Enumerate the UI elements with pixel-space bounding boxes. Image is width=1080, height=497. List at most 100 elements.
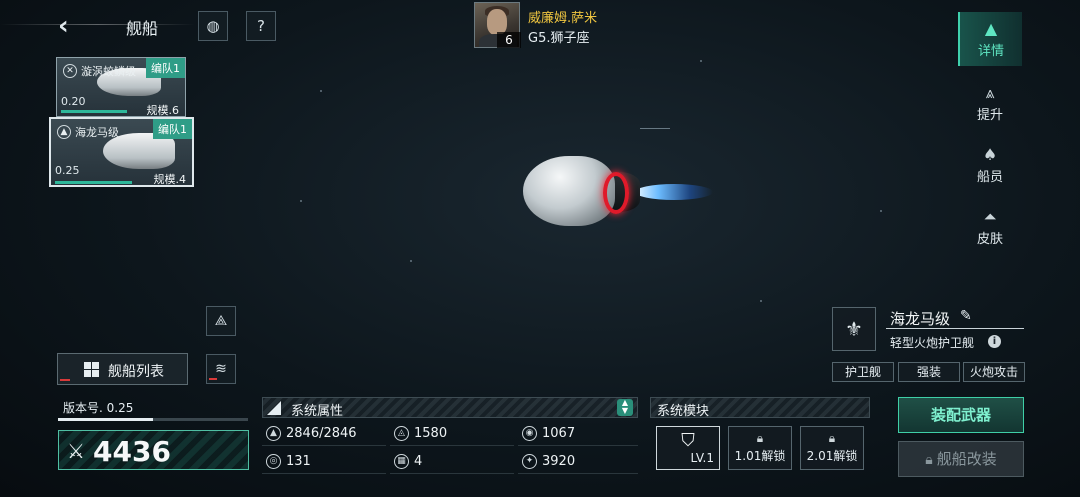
fleet-card-selected[interactable]: ▲ 海龙马级 编队1 0.25 规模.4 [49, 117, 194, 187]
attribute-target: ✦ 3920 [518, 450, 638, 474]
tab-details[interactable]: ▲ 详情 [958, 12, 1022, 66]
help-icon: ? [257, 17, 265, 35]
fleet-formation-button[interactable]: ⟁ [206, 306, 236, 336]
star [700, 60, 702, 62]
star [410, 260, 412, 262]
engine-ring [603, 172, 629, 214]
attribute-value: 1067 [542, 426, 576, 441]
attribute-hull: ▲ 2846/2846 [262, 422, 386, 446]
star [300, 200, 302, 202]
fleet-card-progress [55, 181, 133, 184]
attribute-armor: ◬ 1580 [390, 422, 514, 446]
system-attributes-panel: 系统属性 ▲ ▼ ▲ 2846/2846 ◬ 1580 ◉ 1067 ◎ 131 ▦ 4 ✦… [262, 397, 638, 477]
module-slot-2[interactable]: 🔒︎ 1.01解锁 [728, 426, 792, 470]
upgrade-icon: ⩓ [985, 83, 995, 102]
crossed-swords-icon: ⚔ [67, 439, 85, 463]
expand-toggle-icon[interactable]: ▲ ▼ [617, 399, 633, 416]
fleet-card[interactable]: ✕ 漩涡蛟鳞级 编队1 0.20 规模.6 [56, 57, 186, 117]
tab-label: 皮肤 [976, 232, 1003, 247]
wave-icon: ≋ [215, 361, 227, 377]
red-mark [60, 379, 70, 381]
fleet-card-version: 0.25 [55, 164, 80, 177]
shield-icon: ◉ [522, 426, 537, 441]
ship-modify-button[interactable]: 🔒︎ 舰船改装 [898, 441, 1024, 477]
grid-icon: ▦ [394, 454, 409, 469]
crew-icon: ♠ [982, 145, 998, 164]
version-label: 版本号. 0.25 [63, 401, 134, 415]
attribute-value: 4 [414, 454, 423, 469]
armor-icon: ◬ [394, 426, 409, 441]
combat-power-box: ⚔ 4436 [58, 430, 249, 470]
grid-icon [84, 362, 99, 377]
lock-icon: 🔒︎ [756, 431, 764, 445]
fleet-card-scale: 规模.4 [153, 173, 187, 186]
module-slot-1[interactable]: ⛉ LV.1 [656, 426, 720, 470]
edit-name-icon[interactable]: ✎ [960, 308, 972, 324]
name-underline [886, 328, 1024, 329]
commander-name: 威廉姆.萨米 [528, 11, 598, 26]
star [320, 90, 322, 92]
attributes-header: 系统属性 ▲ ▼ [262, 397, 638, 419]
back-button[interactable]: ‹ [58, 12, 82, 40]
skin-icon: ⏶ [983, 207, 997, 226]
module-unlock-label: 1.01解锁 [734, 449, 786, 463]
equip-weapon-button[interactable]: 装配武器 [898, 397, 1024, 433]
attribute-speed: ◎ 131 [262, 450, 386, 474]
fleet-card-name: 漩涡蛟鳞级 [81, 65, 136, 78]
attribute-shield: ◉ 1067 [518, 422, 638, 446]
modules-header: 系统模块 [650, 397, 870, 419]
combat-power-value: 4436 [93, 435, 171, 468]
star [760, 300, 762, 302]
lock-icon: 🔒︎ [828, 431, 836, 445]
fleet-card-team: 编队1 [146, 58, 185, 78]
ship-list-button[interactable]: 舰船列表 [57, 353, 188, 385]
planet-icon: ◍ [206, 17, 220, 35]
fleet-card-version: 0.20 [61, 95, 86, 108]
hull-icon: ▲ [266, 426, 281, 441]
ship-hull [523, 156, 615, 226]
module-slot-3[interactable]: 🔒︎ 2.01解锁 [800, 426, 864, 470]
chevron-left-icon: ‹ [58, 11, 69, 41]
ship-model[interactable] [515, 150, 715, 230]
system-modules-panel: 系统模块 ⛉ LV.1 🔒︎ 1.01解锁 🔒︎ 2.01解锁 [650, 397, 870, 477]
page-title: 舰船 [126, 19, 159, 38]
ship-type-icon: ✕ [63, 64, 77, 78]
ship-name: 海龙马级 [890, 310, 951, 328]
wave-button[interactable]: ≋ [206, 354, 236, 384]
attribute-value: 2846/2846 [286, 426, 357, 441]
ship-modify-label: 舰船改装 [936, 450, 997, 468]
attributes-icon [267, 401, 281, 415]
module-level: LV.1 [690, 451, 714, 465]
tab-upgrade[interactable]: ⩓ 提升 [958, 76, 1022, 130]
attributes-title: 系统属性 [291, 404, 344, 419]
ship-type-icon: ▲ [57, 125, 71, 139]
fleet-card-progress [61, 110, 127, 113]
speed-icon: ◎ [266, 454, 281, 469]
fleet-card-team: 编队1 [153, 119, 192, 139]
attribute-value: 3920 [542, 454, 576, 469]
commander-level: 6 [497, 32, 521, 48]
planet-button[interactable]: ◍ [198, 11, 228, 41]
tab-label: 提升 [976, 108, 1003, 123]
tab-skin[interactable]: ⏶ 皮肤 [958, 200, 1022, 254]
title-divider [0, 24, 195, 25]
shield-icon: ⛉ [681, 430, 695, 451]
info-icon[interactable]: i [988, 335, 1001, 348]
modules-title: 系统模块 [657, 404, 710, 419]
engine-flame [635, 184, 713, 200]
attribute-value: 131 [286, 454, 311, 469]
ship-tag: 护卫舰 [832, 362, 894, 382]
tab-crew[interactable]: ♠ 船员 [958, 138, 1022, 192]
fleet-card-scale: 规模.6 [146, 104, 180, 117]
help-button[interactable]: ? [246, 11, 276, 41]
module-unlock-label: 2.01解锁 [806, 449, 858, 463]
formation-icon: ⟁ [214, 313, 228, 329]
target-icon: ✦ [522, 454, 537, 469]
attribute-grid: ▦ 4 [390, 450, 514, 474]
details-icon: ▲ [984, 19, 998, 38]
equip-weapon-label: 装配武器 [930, 406, 991, 424]
version-progress-fill [58, 418, 153, 421]
tab-label: 详情 [977, 44, 1004, 59]
fleet-card-name: 海龙马级 [75, 126, 119, 139]
tab-label: 船员 [976, 170, 1003, 185]
